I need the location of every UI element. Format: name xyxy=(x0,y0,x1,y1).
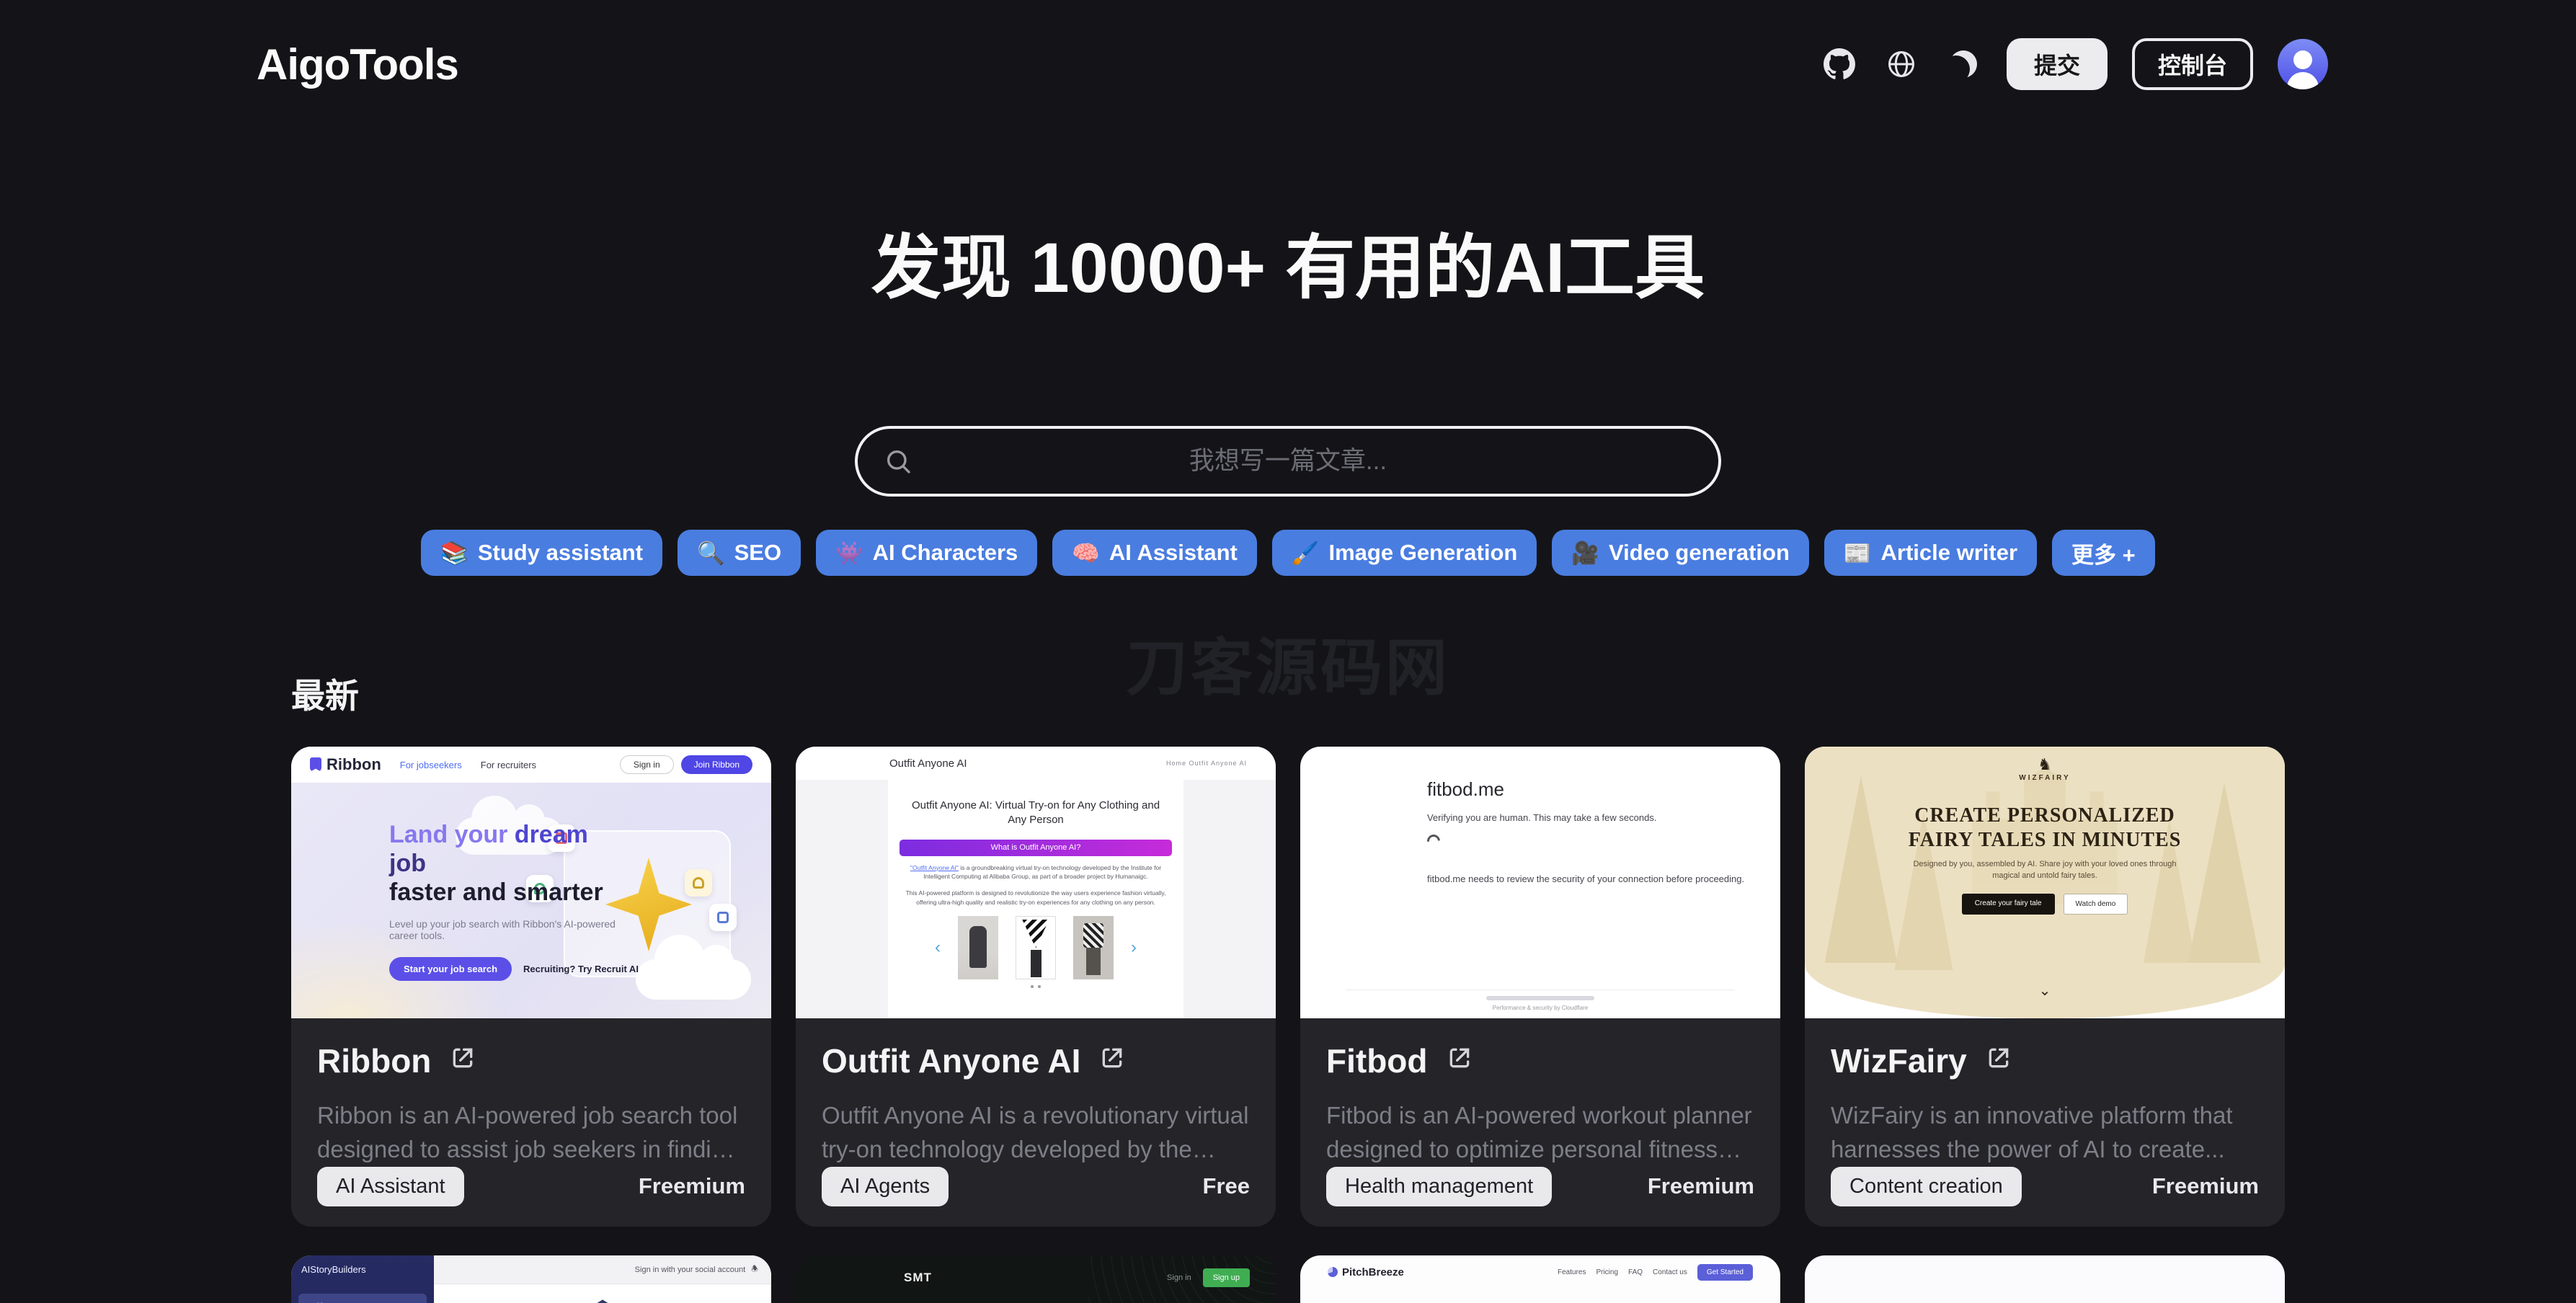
brain-icon: 🧠 xyxy=(1072,540,1100,566)
swirl-pattern xyxy=(1088,1255,1276,1303)
tool-name: Ribbon xyxy=(317,1042,432,1080)
card-info: WizFairy WizFairy is an innovative platf… xyxy=(1805,1018,2285,1227)
card-info: Ribbon Ribbon is an AI-powered job searc… xyxy=(291,1018,771,1227)
fitbod-thumbnail: fitbod.me Verifying you are human. This … xyxy=(1300,747,1780,1018)
alien-icon: 👾 xyxy=(835,540,863,566)
clothing-photo xyxy=(1016,915,1056,979)
outfit-thumbnail: Outfit Anyone AI Home Outfit Anyone AI O… xyxy=(796,747,1276,1018)
paintbrush-icon: 🖌️ xyxy=(1291,540,1320,566)
wizfairy-logo-icon: ♞ xyxy=(2038,755,2052,773)
tool-description: Ribbon is an AI-powered job search tool … xyxy=(317,1102,738,1162)
search-input[interactable] xyxy=(855,426,1721,497)
category-chip[interactable]: Health management xyxy=(1326,1166,1553,1206)
pricing-label: Free xyxy=(1202,1173,1250,1199)
newspaper-icon: 📰 xyxy=(1843,540,1872,566)
aistorybuilders-thumbnail: AIStoryBuilders ⌂Home Install Documentat… xyxy=(291,1255,771,1303)
card-info: Fitbod Fitbod is an AI-powered workout p… xyxy=(1300,1018,1780,1227)
ribbon-thumbnail: Ribbon For jobseekers For recruiters Sig… xyxy=(291,747,771,1018)
chevron-down-icon: ⌄ xyxy=(2038,983,2051,999)
pricing-label: Freemium xyxy=(1647,1173,1754,1199)
tool-card-smt[interactable]: SMT Sign in Sign up Your thoughts, like … xyxy=(796,1255,1276,1303)
tool-name: Fitbod xyxy=(1326,1042,1428,1080)
spinner-icon xyxy=(1424,832,1443,850)
tool-name: Outfit Anyone AI xyxy=(822,1042,1081,1080)
briefcase-mini-icon xyxy=(709,904,737,931)
blank-thumbnail xyxy=(1805,1255,2285,1303)
tag-article-writer[interactable]: 📰 Article writer xyxy=(1824,530,2038,576)
card-info: Outfit Anyone AI Outfit Anyone AI is a r… xyxy=(796,1018,1276,1227)
tool-card-ribbon[interactable]: Ribbon For jobseekers For recruiters Sig… xyxy=(291,747,771,1227)
category-chip[interactable]: AI Agents xyxy=(822,1166,949,1206)
avatar[interactable] xyxy=(2278,39,2328,89)
tool-card-pitchbreeze[interactable]: PitchBreeze Features Pricing FAQ Contact… xyxy=(1300,1255,1780,1303)
page-title: 发现 10000+ 有用的AI工具 xyxy=(871,228,1705,307)
category-chip[interactable]: AI Assistant xyxy=(317,1166,464,1206)
pricing-label: Freemium xyxy=(638,1173,745,1199)
tool-description: Fitbod is an AI-powered workout planner … xyxy=(1326,1102,1752,1162)
tool-description: Outfit Anyone AI is a revolutionary virt… xyxy=(822,1102,1249,1162)
books-icon: 📚 xyxy=(440,540,468,566)
tool-name: WizFairy xyxy=(1831,1042,1967,1080)
tool-card-outfit-anyone-ai[interactable]: Outfit Anyone AI Home Outfit Anyone AI O… xyxy=(796,747,1276,1227)
tag-seo[interactable]: 🔍 SEO xyxy=(677,530,801,576)
external-link-icon[interactable] xyxy=(1098,1041,1127,1080)
tag-more[interactable]: 更多 + xyxy=(2052,530,2155,576)
ray-id-placeholder xyxy=(1486,996,1594,1000)
github-icon[interactable] xyxy=(1821,45,1858,83)
dark-mode-moon-icon[interactable] xyxy=(1945,45,1982,83)
tool-card-wizfairy[interactable]: ♞ WIZFAIRY CREATE PERSONALIZED FAIRY TALE… xyxy=(1805,747,2285,1227)
page: 刀客源码网 AigoTools 提交 控制台 发现 10000+ 有用的AI工具… xyxy=(0,0,2576,1303)
carousel-prev-icon: ‹ xyxy=(935,937,941,957)
wizfairy-thumbnail: ♞ WIZFAIRY CREATE PERSONALIZED FAIRY TALE… xyxy=(1805,747,2285,1018)
app-logo[interactable]: AigoTools xyxy=(257,40,459,89)
external-link-icon[interactable] xyxy=(1445,1041,1474,1080)
pricing-label: Freemium xyxy=(2151,1173,2259,1199)
tool-card-aistorybuilders[interactable]: AIStoryBuilders ⌂Home Install Documentat… xyxy=(291,1255,771,1303)
purple-banner: What is Outfit Anyone AI? xyxy=(900,839,1172,856)
section-title-latest: 最新 xyxy=(291,677,359,715)
smt-thumbnail: SMT Sign in Sign up Your thoughts, like … xyxy=(796,1255,1276,1303)
cards-grid: Ribbon For jobseekers For recruiters Sig… xyxy=(291,747,2285,1227)
tryon-photo xyxy=(958,915,998,979)
header-actions: 提交 控制台 xyxy=(1821,38,2328,90)
submit-button[interactable]: 提交 xyxy=(2006,38,2108,90)
user-mini-icon xyxy=(685,869,712,897)
carousel-next-icon: › xyxy=(1131,937,1137,957)
external-link-icon[interactable] xyxy=(448,1041,477,1080)
ribbon-logo: Ribbon xyxy=(310,755,381,774)
console-button[interactable]: 控制台 xyxy=(2131,38,2253,90)
language-globe-icon[interactable] xyxy=(1883,45,1920,83)
tag-study-assistant[interactable]: 📚 Study assistant xyxy=(421,530,662,576)
magnifier-icon: 🔍 xyxy=(696,540,725,566)
cloud-illustration xyxy=(636,935,751,1000)
tryon-photo xyxy=(1073,915,1114,979)
tool-card-fitbod[interactable]: fitbod.me Verifying you are human. This … xyxy=(1300,747,1780,1227)
tag-ai-characters[interactable]: 👾 AI Characters xyxy=(816,530,1038,576)
pitchbreeze-thumbnail: PitchBreeze Features Pricing FAQ Contact… xyxy=(1300,1255,1780,1303)
external-link-icon[interactable] xyxy=(1984,1041,2013,1080)
tag-image-generation[interactable]: 🖌️ Image Generation xyxy=(1271,530,1537,576)
category-chip[interactable]: Content creation xyxy=(1831,1166,2022,1206)
tool-card-blank[interactable] xyxy=(1805,1255,2285,1303)
tool-description: WizFairy is an innovative platform that … xyxy=(1831,1102,2233,1162)
tag-video-generation[interactable]: 🎥 Video generation xyxy=(1552,530,1809,576)
search-icon xyxy=(887,450,910,473)
movie-camera-icon: 🎥 xyxy=(1571,540,1599,566)
tag-row: 📚 Study assistant 🔍 SEO 👾 AI Characters 🧠 AI… xyxy=(0,530,2576,576)
bell-icon: 🕭 xyxy=(751,1265,758,1273)
tag-ai-assistant[interactable]: 🧠 AI Assistant xyxy=(1052,530,1257,576)
cards-grid-row2: AIStoryBuilders ⌂Home Install Documentat… xyxy=(291,1255,2285,1303)
search-bar xyxy=(855,426,1721,497)
header: AigoTools 提交 控制台 xyxy=(0,0,2576,118)
carousel-dots xyxy=(796,984,1276,988)
